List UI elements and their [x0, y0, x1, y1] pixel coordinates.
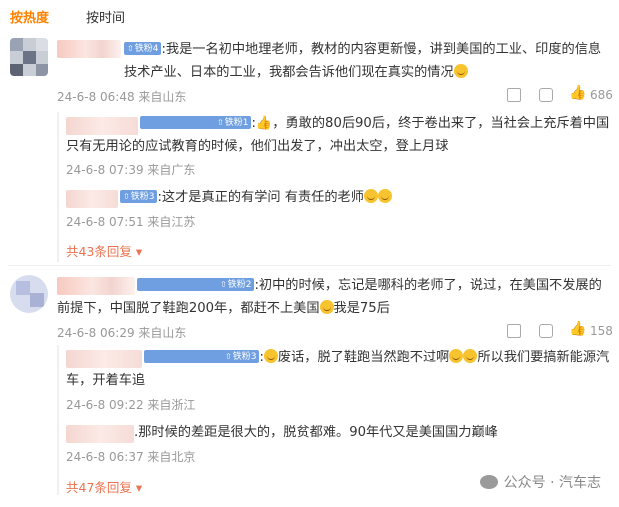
reply-meta: 24-6-8 09:22 来自浙江 — [66, 398, 196, 412]
fan-badge: ⇧铁粉1 — [140, 116, 252, 129]
avatar[interactable] — [10, 275, 48, 313]
heart-eyes-emoji-icon — [377, 189, 392, 203]
share-icon[interactable] — [507, 88, 521, 102]
tab-hot[interactable]: 按热度 — [10, 7, 49, 26]
username-masked[interactable] — [57, 40, 121, 58]
comment-icon[interactable] — [539, 324, 553, 338]
more-replies-link[interactable]: 共47条回复 ▾ — [66, 477, 142, 496]
comment-actions: 👍 686 — [505, 85, 615, 104]
divider — [8, 265, 611, 266]
sort-tabs: 按热度 按时间 — [0, 0, 619, 30]
smile-emoji-icon — [449, 349, 464, 363]
comment-text: ⇧铁粉2:初中的时候，忘记是哪科的老师了，说过，在美国不发展的前提下，中国脱了鞋… — [57, 278, 602, 316]
reply-text: ⇧铁粉3:这才是真正的有学问 有责任的老师 — [120, 186, 610, 209]
thumbs-up-icon[interactable]: 👍 — [569, 321, 586, 337]
avatar[interactable] — [10, 38, 48, 76]
like-count: 686 — [590, 88, 613, 102]
fan-badge: ⇧铁粉2 — [137, 278, 255, 291]
smile-emoji-icon — [453, 64, 468, 78]
fan-badge: ⇧铁粉3 — [144, 350, 260, 363]
reply-meta: 24-6-8 06:37 来自北京 — [66, 450, 196, 464]
reply-text: .那时候的差距是很大的，脱贫都难。90年代又是美国国力巅峰 — [134, 425, 498, 440]
fan-badge: ⇧铁粉3 — [120, 190, 158, 203]
comment-text: ⇧铁粉4:我是一名初中地理老师，教材的内容更新慢，讲到美国的工业、印度的信息技术… — [124, 42, 602, 80]
fan-badge: ⇧铁粉4 — [124, 42, 162, 55]
smile-emoji-icon — [263, 349, 278, 363]
username-masked[interactable] — [66, 190, 118, 208]
tab-time[interactable]: 按时间 — [86, 7, 125, 26]
more-replies-link[interactable]: 共43条回复 ▾ — [66, 241, 142, 260]
share-icon[interactable] — [507, 324, 521, 338]
reply-list — [57, 112, 59, 262]
smile-emoji-icon — [463, 349, 478, 363]
comment-meta: 24-6-8 06:48 来自山东 — [57, 90, 187, 104]
reply-text: ⇧铁粉1:👍，勇敢的80后90后，终于卷出来了，当社会上充斥着中国只有无用论的应… — [66, 116, 610, 154]
reply-meta: 24-6-8 07:51 来自江苏 — [66, 215, 196, 229]
thumbs-up-icon[interactable]: 👍 — [569, 85, 586, 101]
watermark: 公众号 · 汽车志 — [479, 472, 601, 492]
reply-meta: 24-6-8 07:39 来自广东 — [66, 163, 196, 177]
face-emoji-icon — [319, 300, 334, 314]
like-count: 158 — [590, 324, 613, 338]
wechat-icon — [479, 475, 498, 489]
username-masked[interactable] — [66, 425, 134, 443]
reply-text: ⇧铁粉3: 废话，脱了鞋跑当然跑不过啊 所以我们要搞新能源汽车，开着车追 — [66, 349, 610, 388]
comment-actions: 👍 158 — [505, 321, 615, 340]
heart-eyes-emoji-icon — [363, 189, 378, 203]
comment-meta: 24-6-8 06:29 来自山东 — [57, 326, 187, 340]
comment-icon[interactable] — [539, 88, 553, 102]
reply-list — [57, 345, 59, 495]
